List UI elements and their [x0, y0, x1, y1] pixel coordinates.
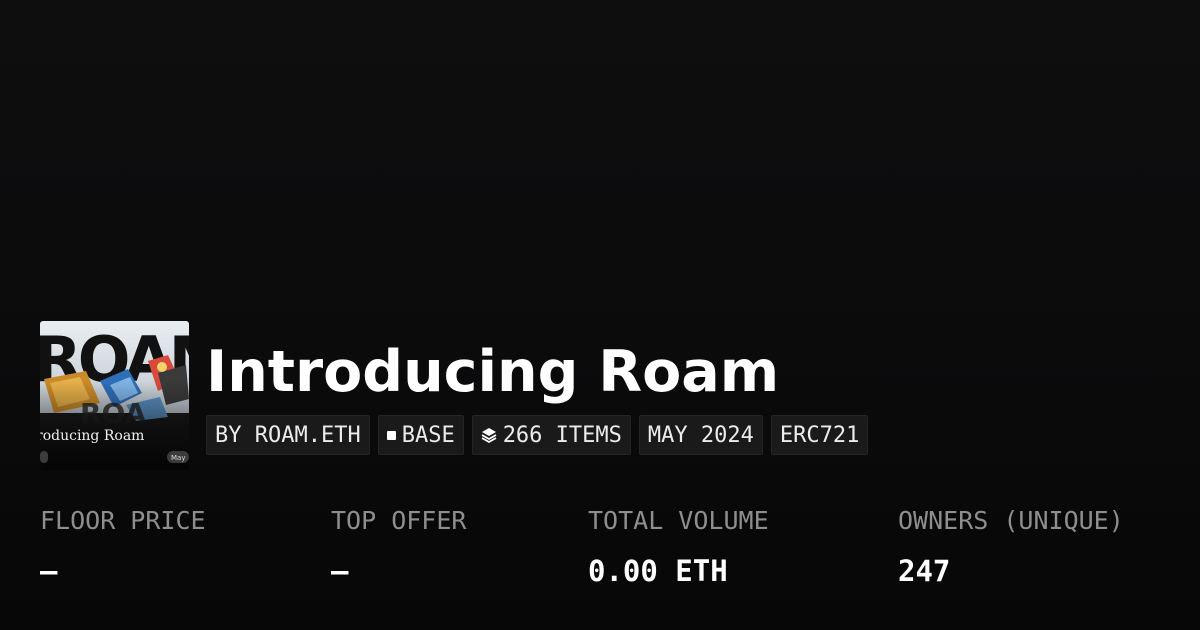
stat-value: – [331, 554, 349, 588]
stat-value: – [40, 554, 58, 588]
stat-label: TOTAL VOLUME [588, 506, 769, 535]
standard-tag: ERC721 [770, 415, 869, 455]
layers-icon [481, 427, 497, 443]
items-tag-label: 266 ITEMS [502, 422, 622, 448]
thumbnail-caption: roducing Roam [40, 428, 144, 444]
creator-tag[interactable]: BY ROAM.ETH [206, 415, 370, 455]
stat-value: 0.00 ETH [588, 554, 728, 588]
collection-artwork: ROAM ROA roducing Roam May [40, 321, 189, 470]
stat-floor-price: FLOOR PRICE – [40, 505, 206, 588]
items-tag: 266 ITEMS [471, 415, 631, 455]
stat-total-volume: TOTAL VOLUME 0.00 ETH [588, 505, 769, 588]
stat-value: 247 [898, 554, 951, 588]
creator-tag-label: BY ROAM.ETH [215, 422, 361, 448]
stat-top-offer: TOP OFFER – [331, 505, 466, 588]
collection-tags: BY ROAM.ETH BASE 266 ITEMS MAY 2024 ERC7… [206, 415, 869, 455]
square-icon [386, 430, 396, 440]
chain-tag-label: BASE [401, 422, 455, 448]
stat-label: FLOOR PRICE [40, 506, 206, 535]
stat-label: TOP OFFER [331, 506, 467, 535]
date-tag-label: MAY 2024 [647, 422, 754, 448]
standard-tag-label: ERC721 [779, 422, 860, 448]
collection-thumbnail: ROAM ROA roducing Roam May [40, 321, 189, 470]
chain-tag[interactable]: BASE [377, 415, 464, 455]
date-tag: MAY 2024 [638, 415, 763, 455]
stat-label: OWNERS (UNIQUE) [898, 506, 1124, 535]
collection-title: Introducing Roam [206, 339, 780, 405]
thumbnail-badge: May [171, 454, 185, 462]
stat-owners: OWNERS (UNIQUE) 247 [898, 505, 1124, 588]
